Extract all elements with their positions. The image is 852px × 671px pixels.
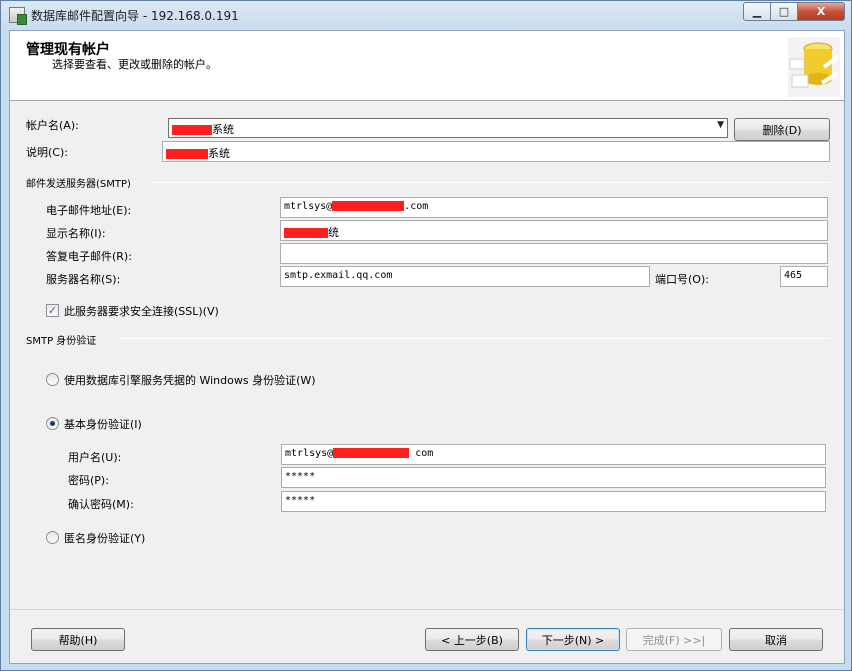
ssl-label: 此服务器要求安全连接(SSL)(V) xyxy=(64,305,219,318)
email-prefix: mtrlsys@ xyxy=(284,201,333,212)
account-name-dropdown[interactable]: 系统 ▼ xyxy=(168,118,728,138)
window-title: 数据库邮件配置向导 - 192.168.0.191 xyxy=(31,9,239,23)
footer-divider xyxy=(10,609,844,610)
auth-section-title: SMTP 身份验证 xyxy=(26,336,97,347)
confirm-password-field[interactable]: ***** xyxy=(281,491,826,512)
wizard-window: 数据库邮件配置向导 - 192.168.0.191 ▁ □ X 管理现有帐户 选… xyxy=(0,0,852,671)
port-field[interactable]: 465 xyxy=(780,266,828,287)
username-prefix: mtrlsys@ xyxy=(285,448,334,459)
email-address-field[interactable]: mtrlsys@ .com xyxy=(280,197,828,218)
cancel-button[interactable]: 取消 xyxy=(729,628,823,651)
title-bar[interactable]: 数据库邮件配置向导 - 192.168.0.191 ▁ □ X xyxy=(1,1,851,29)
anonymous-auth-label: 匿名身份验证(Y) xyxy=(64,532,146,545)
section-divider xyxy=(152,182,830,183)
wizard-content: 管理现有帐户 选择要查看、更改或删除的帐户。 帐户名(A): 系统 ▼ 删除(D… xyxy=(9,30,845,664)
password-label: 密码(P): xyxy=(68,474,109,487)
account-name-value: 系统 xyxy=(212,123,234,136)
redacted-block xyxy=(333,448,410,458)
page-subtitle: 选择要查看、更改或删除的帐户。 xyxy=(52,58,217,71)
page-header: 管理现有帐户 选择要查看、更改或删除的帐户。 xyxy=(10,31,844,101)
display-name-field[interactable]: 统 xyxy=(280,220,828,241)
next-button[interactable]: 下一步(N) > xyxy=(526,628,620,651)
database-icon xyxy=(788,37,840,97)
display-name-value: 统 xyxy=(328,226,339,239)
finish-button[interactable]: 完成(F) >>| xyxy=(626,628,722,651)
confirm-password-label: 确认密码(M): xyxy=(68,498,134,511)
username-label: 用户名(U): xyxy=(68,451,122,464)
windows-auth-label: 使用数据库引擎服务凭据的 Windows 身份验证(W) xyxy=(64,374,316,387)
close-button[interactable]: X xyxy=(797,2,845,21)
reply-email-field[interactable] xyxy=(280,243,828,264)
redacted-block xyxy=(166,149,208,159)
reply-email-label: 答复电子邮件(R): xyxy=(46,250,132,263)
redacted-block xyxy=(172,125,212,135)
username-suffix: com xyxy=(415,448,434,459)
section-divider xyxy=(118,338,830,339)
email-address-label: 电子邮件地址(E): xyxy=(46,204,132,217)
wizard-app-icon xyxy=(9,7,27,25)
smtp-section-title: 邮件发送服务器(SMTP) xyxy=(26,179,131,190)
description-field[interactable]: 系统 xyxy=(162,141,830,162)
basic-auth-label: 基本身份验证(I) xyxy=(64,418,142,431)
server-name-field[interactable]: smtp.exmail.qq.com xyxy=(280,266,650,287)
display-name-label: 显示名称(I): xyxy=(46,227,106,240)
password-field[interactable]: ***** xyxy=(281,467,826,488)
ssl-checkbox[interactable]: ✓ xyxy=(46,304,59,317)
port-label: 端口号(O): xyxy=(655,273,709,286)
redacted-block xyxy=(284,228,328,238)
redacted-block xyxy=(332,201,405,211)
back-button[interactable]: < 上一步(B) xyxy=(425,628,519,651)
basic-auth-radio[interactable] xyxy=(46,417,59,430)
help-button[interactable]: 帮助(H) xyxy=(31,628,125,651)
account-name-label: 帐户名(A): xyxy=(26,119,79,132)
windows-auth-radio[interactable] xyxy=(46,373,59,386)
description-value: 系统 xyxy=(208,147,230,160)
email-suffix: .com xyxy=(404,201,429,212)
username-field[interactable]: mtrlsys@ com xyxy=(281,444,826,465)
server-name-label: 服务器名称(S): xyxy=(46,273,121,286)
maximize-button[interactable]: □ xyxy=(770,2,798,21)
description-label: 说明(C): xyxy=(26,146,68,159)
chevron-down-icon: ▼ xyxy=(717,120,724,130)
delete-button[interactable]: 删除(D) xyxy=(734,118,830,141)
radio-selected-dot xyxy=(50,421,55,426)
anonymous-auth-radio[interactable] xyxy=(46,531,59,544)
minimize-button[interactable]: ▁ xyxy=(743,2,771,21)
